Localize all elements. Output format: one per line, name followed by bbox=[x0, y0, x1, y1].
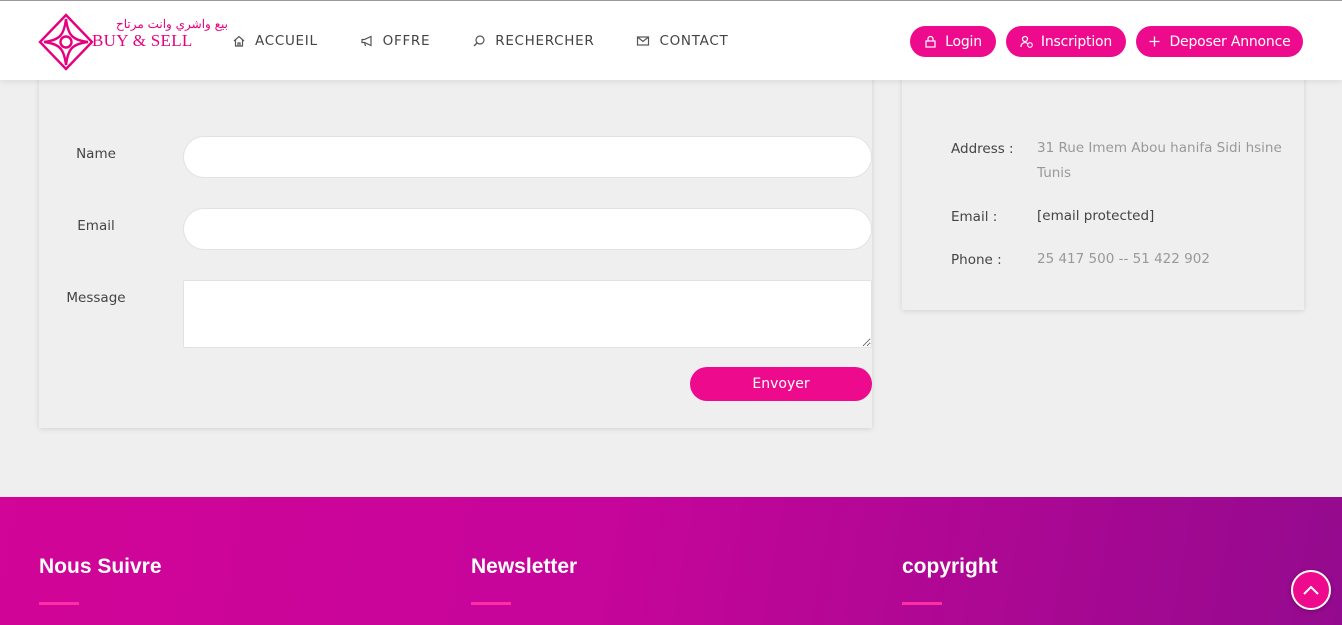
nav-item-label: RECHERCHER bbox=[495, 33, 595, 49]
post-ad-label: Deposer Annonce bbox=[1169, 33, 1291, 50]
nav-item-label: ACCUEIL bbox=[255, 33, 318, 49]
name-input[interactable] bbox=[183, 136, 872, 178]
site-header: بيع واشري وانت مرتاح BUY & SELL ACCUEIL … bbox=[0, 0, 1342, 80]
chevron-up-icon bbox=[1303, 585, 1319, 595]
logo-diamond-icon bbox=[38, 13, 94, 71]
footer-heading-newsletter: Newsletter bbox=[471, 555, 578, 578]
scroll-to-top-button[interactable] bbox=[1291, 570, 1331, 610]
email-info-label: Email : bbox=[951, 209, 998, 225]
email-label: Email bbox=[77, 218, 115, 234]
home-icon bbox=[233, 35, 245, 47]
name-label: Name bbox=[76, 146, 116, 162]
message-textarea[interactable] bbox=[183, 280, 872, 348]
footer-divider bbox=[902, 602, 942, 605]
signup-button[interactable]: Inscription bbox=[1006, 26, 1126, 57]
nav-item-accueil[interactable]: ACCUEIL bbox=[232, 33, 318, 49]
brand-arabic-text: بيع واشري وانت مرتاح bbox=[115, 17, 228, 31]
nav-item-contact[interactable]: CONTACT bbox=[636, 33, 728, 49]
post-ad-button[interactable]: Deposer Annonce bbox=[1136, 26, 1303, 57]
megaphone-icon bbox=[361, 35, 372, 47]
address-value: 31 Rue Imem Abou hanifa Sidi hsine Tunis bbox=[1037, 140, 1282, 181]
footer-divider bbox=[471, 602, 511, 605]
phone-label: Phone : bbox=[951, 252, 1002, 268]
site-footer: Nous Suivre Newsletter copyright bbox=[0, 497, 1342, 625]
lock-icon bbox=[925, 35, 936, 48]
login-button[interactable]: Login bbox=[910, 26, 996, 57]
send-button[interactable]: Envoyer bbox=[690, 367, 872, 401]
email-input[interactable] bbox=[183, 208, 872, 250]
search-icon bbox=[473, 35, 485, 47]
footer-heading-follow: Nous Suivre bbox=[39, 555, 162, 578]
plus-icon bbox=[1149, 36, 1160, 47]
signup-label: Inscription bbox=[1040, 33, 1113, 50]
main-nav: ACCUEIL OFFRE RECHERCHER CONTACT bbox=[232, 33, 770, 49]
login-label: Login bbox=[945, 33, 982, 50]
brand-logo[interactable]: بيع واشري وانت مرتاح BUY & SELL bbox=[38, 13, 228, 71]
address-label: Address : bbox=[951, 141, 1014, 157]
phone-value: 25 417 500 -- 51 422 902 bbox=[1037, 251, 1210, 267]
footer-divider bbox=[39, 602, 79, 605]
brand-name: BUY & SELL bbox=[92, 31, 193, 50]
footer-heading-copyright: copyright bbox=[902, 555, 998, 578]
nav-item-rechercher[interactable]: RECHERCHER bbox=[472, 33, 594, 49]
user-add-icon bbox=[1020, 35, 1033, 48]
message-label: Message bbox=[66, 290, 126, 306]
nav-item-offre[interactable]: OFFRE bbox=[360, 33, 431, 49]
nav-item-label: OFFRE bbox=[382, 33, 431, 49]
nav-item-label: CONTACT bbox=[659, 33, 729, 49]
mail-icon bbox=[637, 36, 650, 46]
email-info-value[interactable]: [email protected] bbox=[1037, 204, 1287, 229]
